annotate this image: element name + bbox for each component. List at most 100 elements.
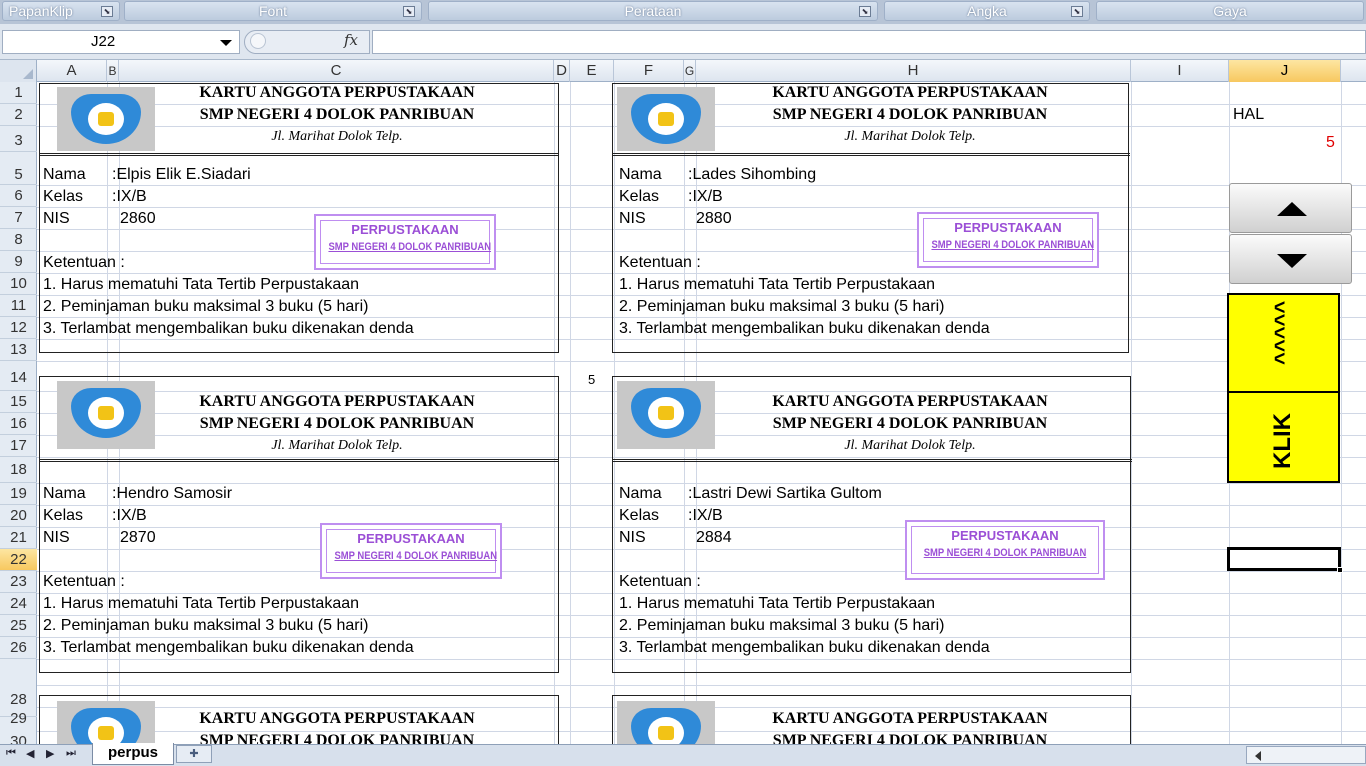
- formula-expand-icon[interactable]: [250, 33, 266, 49]
- library-stamp: PERPUSTAKAAN SMP NEGERI 4 DOLOK PANRIBUAN: [917, 212, 1099, 268]
- row-header-24[interactable]: 24: [0, 593, 37, 615]
- value-nama: :Lastri Dewi Sartika Gultom: [688, 485, 882, 502]
- row-header-8[interactable]: 8: [0, 229, 37, 251]
- column-header-f[interactable]: F: [614, 60, 684, 82]
- hal-value[interactable]: 5: [1326, 134, 1335, 152]
- row-header-19[interactable]: 19: [0, 483, 37, 505]
- rule-3: 3. Terlambat mengembalikan buku dikenaka…: [619, 320, 990, 337]
- row-header-2[interactable]: 2: [0, 104, 37, 126]
- sheet-tab-perpus[interactable]: perpus: [92, 743, 174, 765]
- active-cell-j22[interactable]: [1227, 547, 1343, 573]
- stamp-line-2: SMP NEGERI 4 DOLOK PANRIBUAN: [923, 547, 1087, 559]
- row-header-25[interactable]: 25: [0, 615, 37, 637]
- card-title: KARTU ANGGOTA PERPUSTAKAAN: [772, 710, 1048, 727]
- row-header-23[interactable]: 23: [0, 571, 37, 593]
- rule-1: 1. Harus mematuhi Tata Tertib Perpustaka…: [43, 276, 360, 293]
- row-header-1[interactable]: 1: [0, 82, 37, 104]
- arrow-down-icon: [1277, 254, 1307, 268]
- card-address: Jl. Marihat Dolok Telp.: [271, 129, 403, 144]
- cell-e14[interactable]: 5: [588, 372, 595, 387]
- card-title: KARTU ANGGOTA PERPUSTAKAAN: [199, 393, 475, 410]
- row-header-12[interactable]: 12: [0, 317, 37, 339]
- ribbon-group-label: Perataan: [624, 3, 682, 19]
- row-header-6[interactable]: 6: [0, 185, 37, 207]
- column-header-j[interactable]: J: [1229, 60, 1341, 82]
- column-header-d[interactable]: D: [554, 60, 570, 82]
- card-divider: [40, 459, 558, 462]
- next-sheet-icon[interactable]: ▶: [46, 747, 54, 760]
- row-header-7[interactable]: 7: [0, 207, 37, 229]
- row-header-15[interactable]: 15: [0, 391, 37, 413]
- value-nis: 2870: [120, 529, 156, 546]
- page-up-button[interactable]: [1229, 183, 1352, 233]
- row-header-26[interactable]: 26: [0, 637, 37, 659]
- row-header-16[interactable]: 16: [0, 413, 37, 435]
- row-header-22[interactable]: 22: [0, 549, 37, 571]
- row-header-14[interactable]: 14: [0, 361, 37, 391]
- last-sheet-icon[interactable]: ⏭: [66, 747, 76, 760]
- ribbon-group-clipboard[interactable]: PapanKlip ⬊: [2, 1, 120, 21]
- label-nama: Nama: [619, 166, 662, 183]
- row-header-5[interactable]: 5: [0, 164, 37, 185]
- column-header-g[interactable]: G: [684, 60, 696, 82]
- ribbon-group-font[interactable]: Font ⬊: [124, 1, 422, 21]
- column-header-c[interactable]: C: [119, 60, 554, 82]
- row-header-29[interactable]: 29: [0, 707, 37, 731]
- value-nis: 2880: [696, 210, 732, 227]
- column-header-a[interactable]: A: [37, 60, 107, 82]
- dialog-launcher-icon[interactable]: ⬊: [403, 6, 415, 17]
- column-header-b[interactable]: B: [107, 60, 119, 82]
- rule-2: 2. Peminjaman buku maksimal 3 buku (5 ha…: [43, 617, 369, 634]
- ribbon-group-alignment[interactable]: Perataan ⬊: [428, 1, 878, 21]
- first-sheet-icon[interactable]: ⏮: [6, 747, 16, 760]
- row-header-18[interactable]: 18: [0, 457, 37, 483]
- rule-2: 2. Peminjaman buku maksimal 3 buku (5 ha…: [43, 298, 369, 315]
- school-logo-icon: [617, 381, 715, 449]
- rule-3: 3. Terlambat mengembalikan buku dikenaka…: [43, 639, 414, 656]
- chevron-down-icon[interactable]: [220, 40, 232, 46]
- card-school: SMP NEGERI 4 DOLOK PANRIBUAN: [199, 106, 475, 123]
- row-header-3[interactable]: 3: [0, 126, 37, 152]
- dialog-launcher-icon[interactable]: ⬊: [101, 6, 113, 17]
- column-header-e[interactable]: E: [570, 60, 614, 82]
- row-header-10[interactable]: 10: [0, 273, 37, 295]
- row-header-9[interactable]: 9: [0, 251, 37, 273]
- dialog-launcher-icon[interactable]: ⬊: [1071, 6, 1083, 17]
- column-header-i[interactable]: I: [1131, 60, 1229, 82]
- name-box[interactable]: J22: [2, 30, 240, 54]
- fill-handle[interactable]: [1337, 567, 1343, 573]
- ribbon-group-label: Font: [258, 3, 287, 19]
- page-down-button[interactable]: [1229, 234, 1352, 284]
- value-nis: 2860: [120, 210, 156, 227]
- scroll-left-icon[interactable]: [1255, 751, 1261, 761]
- label-nis: NIS: [43, 210, 70, 227]
- ribbon-group-styles[interactable]: Gaya: [1096, 1, 1364, 21]
- ribbon-group-label: Gaya: [1213, 3, 1247, 19]
- row-header-20[interactable]: 20: [0, 505, 37, 527]
- horizontal-scrollbar[interactable]: [1246, 746, 1366, 764]
- klik-label-wrap: KLIK: [1259, 403, 1307, 479]
- klik-button[interactable]: ^^^^^ KLIK: [1227, 293, 1340, 483]
- insert-function-icon[interactable]: fx: [344, 31, 358, 49]
- column-header-h[interactable]: H: [696, 60, 1131, 82]
- label-kelas: Kelas: [43, 507, 84, 524]
- row-header-30[interactable]: 30: [0, 731, 37, 744]
- row-header-11[interactable]: 11: [0, 295, 37, 317]
- label-ketentuan: Ketentuan :: [43, 254, 125, 271]
- select-all-button[interactable]: [0, 60, 37, 82]
- dialog-launcher-icon[interactable]: ⬊: [859, 6, 871, 17]
- row-header-17[interactable]: 17: [0, 435, 37, 457]
- row-header-13[interactable]: 13: [0, 339, 37, 361]
- ribbon-group-number[interactable]: Angka ⬊: [884, 1, 1090, 21]
- library-stamp: PERPUSTAKAAN SMP NEGERI 4 DOLOK PANRIBUAN: [905, 520, 1105, 580]
- prev-sheet-icon[interactable]: ◀: [26, 747, 34, 760]
- klik-divider: [1229, 391, 1338, 393]
- label-nama: Nama: [43, 485, 86, 502]
- label-nama: Nama: [43, 166, 86, 183]
- formula-input[interactable]: [372, 30, 1366, 54]
- row-header-21[interactable]: 21: [0, 527, 37, 549]
- card-title: KARTU ANGGOTA PERPUSTAKAAN: [772, 393, 1048, 410]
- ribbon-group-label: Angka: [967, 3, 1007, 19]
- card-title: KARTU ANGGOTA PERPUSTAKAAN: [199, 710, 475, 727]
- insert-sheet-icon[interactable]: ✚: [176, 745, 212, 763]
